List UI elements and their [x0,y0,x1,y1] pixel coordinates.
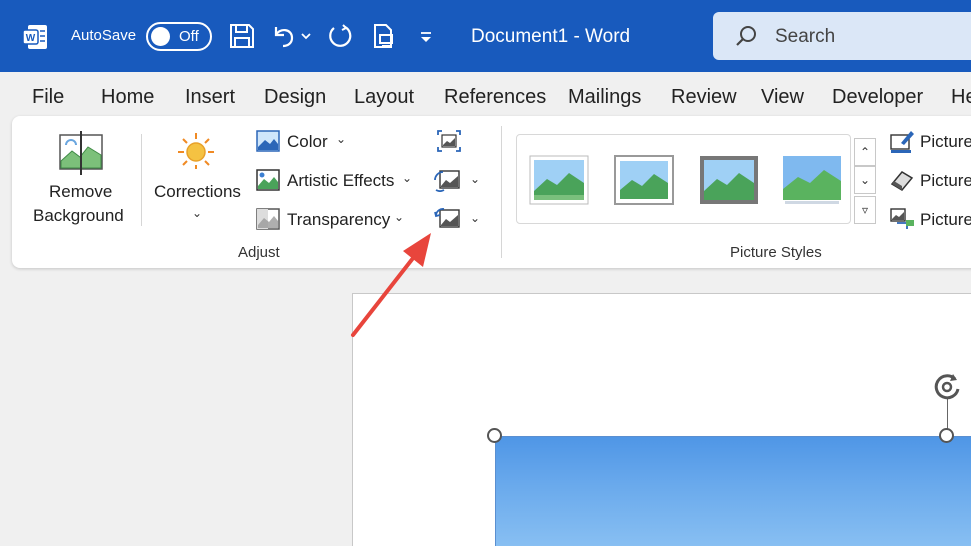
picture-style-thumbnail[interactable] [782,155,842,205]
artistic-effects-chevron-icon: ⌄ [402,171,413,185]
title-bar: W AutoSave Off Document1 - Word Search [0,0,971,72]
compress-pictures-icon[interactable] [436,129,462,153]
gallery-scroll-down-button[interactable]: ⌄ [854,166,876,194]
picture-border-icon [890,131,914,153]
tab-developer[interactable]: Developer [832,86,923,109]
tab-references[interactable]: References [444,86,546,109]
tab-insert[interactable]: Insert [185,86,235,109]
gallery-scroll-up-button[interactable]: ⌃ [854,138,876,166]
reset-picture-chevron-icon: ⌄ [470,211,481,225]
ribbon-tabs: File Home Insert Design Layout Reference… [0,72,971,118]
resize-handle-top-right[interactable] [939,428,954,443]
tab-mailings[interactable]: Mailings [568,86,641,109]
picture-border-label: Picture [920,132,971,151]
autosave-label: AutoSave [71,27,137,44]
print-layout-icon[interactable] [370,22,398,50]
transparency-icon [256,208,280,230]
picture-effects-label: Picture [920,171,971,190]
tab-file[interactable]: File [32,86,64,109]
toggle-knob [151,27,170,46]
undo-dropdown-chevron-icon[interactable] [298,22,314,50]
picture-style-thumbnail[interactable] [529,155,589,205]
picture-styles-gallery[interactable] [516,134,851,224]
picture-layout-button[interactable]: Picture [889,206,971,234]
remove-background-label-2: Background [33,206,124,225]
color-label: Color [287,132,328,151]
search-placeholder: Search [775,26,836,47]
remove-background-icon [59,131,103,175]
artistic-effects-label: Artistic Effects [287,171,395,190]
annotation-arrow-icon [351,233,431,337]
picture-styles-group-label: Picture Styles [730,244,822,261]
color-icon [256,130,280,152]
change-picture-chevron-icon: ⌄ [470,172,481,186]
corrections-chevron-icon: ⌄ [192,206,203,220]
tab-home[interactable]: Home [101,86,154,109]
transparency-chevron-icon: ⌄ [394,210,405,224]
color-button[interactable]: Color ⌄ [256,128,366,156]
remove-background-button[interactable]: Remove Background [26,126,136,236]
word-logo-icon: W [22,25,47,49]
customize-toolbar-icon[interactable] [416,22,436,50]
picture-border-button[interactable]: Picture [889,128,971,156]
artistic-effects-icon [256,169,280,191]
picture-layout-icon [890,208,914,229]
artistic-effects-button[interactable]: Artistic Effects ⌄ [256,167,416,195]
picture-style-thumbnail[interactable] [699,155,759,205]
autosave-state: Off [179,28,199,45]
picture-effects-button[interactable]: Picture [889,167,971,195]
gallery-more-button[interactable]: ▿ [854,196,876,224]
sun-icon [178,133,214,169]
change-picture-icon [434,170,460,192]
adjust-group-label: Adjust [238,244,280,261]
ribbon-divider [141,134,142,226]
tab-help[interactable]: He [951,86,971,109]
autosave-toggle[interactable]: Off [146,22,212,51]
tab-review[interactable]: Review [671,86,737,109]
undo-icon[interactable] [270,22,298,50]
redo-icon[interactable] [326,22,354,50]
document-title: Document1 - Word [471,26,631,47]
svg-text:W: W [26,33,36,44]
ribbon-divider [501,126,502,258]
save-icon[interactable] [228,22,256,50]
search-icon [736,26,756,46]
picture-style-thumbnail[interactable] [614,155,674,205]
picture-layout-label: Picture [920,210,971,229]
ribbon-panel: Remove Background Corrections ⌄ Color ⌄ [12,116,971,268]
resize-handle-top-left[interactable] [487,428,502,443]
color-chevron-icon: ⌄ [336,132,347,146]
change-picture-button[interactable]: ⌄ [434,168,486,194]
remove-background-label-1: Remove [49,182,113,201]
corrections-label: Corrections [154,182,241,201]
tab-layout[interactable]: Layout [354,86,414,109]
tab-view[interactable]: View [761,86,804,109]
search-box[interactable]: Search [713,12,971,60]
selected-picture[interactable] [495,436,971,546]
rotate-handle-icon[interactable] [931,371,963,403]
tab-design[interactable]: Design [264,86,326,109]
corrections-button[interactable]: Corrections ⌄ [150,126,250,236]
picture-effects-icon [890,171,914,191]
